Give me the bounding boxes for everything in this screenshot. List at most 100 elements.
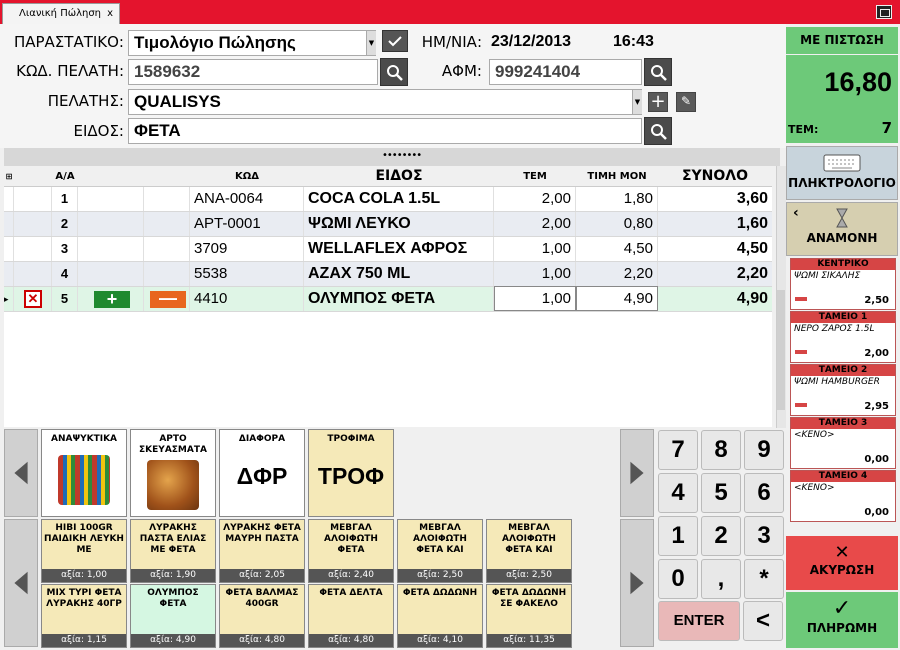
categories-prev-button[interactable] bbox=[4, 429, 38, 517]
products-next-button[interactable] bbox=[620, 519, 654, 647]
table-row[interactable]: 3 3709 WELLAFLEX ΑΦΡΟΣ 1,00 4,50 4,50 bbox=[4, 237, 772, 262]
item-search-input[interactable]: ΦΕΤΑ bbox=[128, 118, 642, 144]
grid-settings-icon[interactable]: ⊞ bbox=[4, 166, 14, 187]
edit-customer-button[interactable]: ✎ bbox=[676, 92, 696, 112]
chevron-down-icon[interactable]: ▼ bbox=[366, 31, 376, 55]
product-name: ΜΕΒΓΑΛ ΑΛΟΙΦΩΤΗ ΦΕΤΑ ΚΑΙ bbox=[502, 523, 556, 555]
keypad-key[interactable]: 6 bbox=[744, 473, 784, 513]
register-name: ΤΑΜΕΙΟ 4 bbox=[791, 471, 895, 482]
bakery-image bbox=[147, 460, 199, 510]
table-row[interactable]: 5 4410 ΟΛΥΜΠΟΣ ΦΕΤΑ 1,00 4,90 4,90 ▸ ✕ + — bbox=[4, 286, 772, 312]
hold-button[interactable]: ‹ ΑΝΑΜΟΝΗ bbox=[786, 202, 898, 256]
increase-qty-button[interactable]: + bbox=[94, 290, 130, 308]
register-button[interactable]: ΤΑΜΕΙΟ 2 ΨΩΜΙ HAMBURGER 2,95 bbox=[790, 364, 896, 416]
tab-close-icon[interactable]: x bbox=[107, 4, 113, 23]
cell-total: 4,90 bbox=[736, 290, 768, 307]
categories-next-button[interactable] bbox=[620, 429, 654, 517]
tab-retail-sale[interactable]: Λιανική Πώληση x bbox=[2, 3, 120, 24]
product-tile[interactable]: ΛΥΡΑΚΗΣ ΦΕΤΑ ΜΑΥΡΗ ΠΑΣΤΑ αξία: 2,05 bbox=[219, 519, 305, 583]
category-tile[interactable]: ΔΙΑΦΟΡΑ ΔΦΡ bbox=[219, 429, 305, 517]
product-tile[interactable]: ΜΕΒΓΑΛ ΑΛΟΙΦΩΤΗ ΦΕΤΑ αξία: 2,40 bbox=[308, 519, 394, 583]
product-tile[interactable]: ΦΕΤΑ ΔΩΔΩΝΗ ΣΕ ΦΑΚΕΛΟ αξία: 11,35 bbox=[486, 584, 572, 648]
grid-scrollbar-thumb[interactable] bbox=[777, 290, 785, 410]
close-icon: ✕ bbox=[834, 542, 850, 563]
category-tile[interactable]: ΤΡΟΦΙΜΑ ΤΡΟΦ bbox=[308, 429, 394, 517]
product-tile[interactable]: ΦΕΤΑ ΔΕΛΤΑ αξία: 4,80 bbox=[308, 584, 394, 648]
search-icon bbox=[387, 65, 403, 81]
keypad-key[interactable]: 5 bbox=[701, 473, 741, 513]
category-title: ΑΡΤΟ ΣΚΕΥΑΣΜΑΤΑ bbox=[139, 434, 207, 455]
delete-row-button[interactable]: ✕ bbox=[24, 290, 42, 308]
product-price: αξία: 2,05 bbox=[220, 569, 304, 582]
customer-code-input[interactable]: 1589632 bbox=[128, 59, 378, 85]
keypad-key[interactable]: 4 bbox=[658, 473, 698, 513]
date-value: 23/12/2013 bbox=[491, 33, 572, 50]
cancel-button[interactable]: ✕ ΑΚΥΡΩΣΗ bbox=[786, 536, 898, 590]
enter-key[interactable]: ENTER bbox=[658, 601, 740, 641]
customer-select[interactable]: QUALISYS bbox=[128, 89, 642, 115]
pay-button[interactable]: ✓ ΠΛΗΡΩΜΗ bbox=[786, 592, 898, 648]
category-tile[interactable]: ΑΡΤΟ ΣΚΕΥΑΣΜΑΤΑ bbox=[130, 429, 216, 517]
table-row[interactable]: 1 ANA-0064 COCA COLA 1.5L 2,00 1,80 3,60 bbox=[4, 187, 772, 212]
product-price: αξία: 2,50 bbox=[487, 569, 571, 582]
cell-qty[interactable]: 1,00 bbox=[494, 286, 576, 311]
tab-title: Λιανική Πώληση bbox=[19, 8, 102, 19]
cell-price: 0,80 bbox=[576, 212, 658, 236]
keypad-key[interactable]: 0 bbox=[658, 559, 698, 599]
product-price: αξία: 1,90 bbox=[131, 569, 215, 582]
keypad-key[interactable]: 1 bbox=[658, 516, 698, 556]
item-label: ΕΙΔΟΣ: bbox=[73, 122, 124, 140]
product-tile[interactable]: ΜΕΒΓΑΛ ΑΛΟΙΦΩΤΗ ΦΕΤΑ ΚΑΙ αξία: 2,50 bbox=[486, 519, 572, 583]
item-search-button[interactable] bbox=[644, 117, 672, 145]
product-price: αξία: 4,80 bbox=[309, 634, 393, 647]
afm-input[interactable]: 999241404 bbox=[489, 59, 642, 85]
table-row[interactable]: 4 5538 AZAX 750 ML 1,00 2,20 2,20 bbox=[4, 262, 772, 287]
product-name: ΦΕΤΑ ΔΕΛΤΑ bbox=[319, 588, 383, 598]
product-tile[interactable]: ΦΕΤΑ ΔΩΔΩΝΗ αξία: 4,10 bbox=[397, 584, 483, 648]
keypad-key[interactable]: * bbox=[744, 559, 784, 599]
document-confirm-checkbox[interactable] bbox=[382, 30, 408, 52]
decrease-qty-button[interactable]: — bbox=[150, 289, 186, 308]
table-row[interactable]: 2 APT-0001 ΨΩΜΙ ΛΕΥΚΟ 2,00 0,80 1,60 bbox=[4, 212, 772, 237]
register-name: ΤΑΜΕΙΟ 2 bbox=[791, 365, 895, 376]
keypad-key[interactable]: 9 bbox=[744, 430, 784, 470]
grid-cell-divider bbox=[4, 262, 190, 286]
category-tile[interactable]: ΑΝΑΨΥΚΤΙΚΑ bbox=[41, 429, 127, 517]
register-button[interactable]: ΤΑΜΕΙΟ 3 <ΚΕΝΟ> 0,00 bbox=[790, 417, 896, 469]
document-select[interactable]: Τιμολόγιο Πώλησης bbox=[128, 30, 376, 56]
product-name: ΗΙΒΙ 100GR ΠΑΙΔΙΚΗ ΛΕΥΚΗ ΜΕ bbox=[44, 523, 124, 555]
keypad-key[interactable]: 3 bbox=[744, 516, 784, 556]
product-tile[interactable]: ΜΙΧ ΤΥΡΙ ΦΕΤΑ ΛΥΡΑΚΗΣ 40ΓΡ αξία: 1,15 bbox=[41, 584, 127, 648]
arrow-left-icon bbox=[14, 571, 28, 595]
keypad-key[interactable]: , bbox=[701, 559, 741, 599]
product-tile[interactable]: ΗΙΒΙ 100GR ΠΑΙΔΙΚΗ ΛΕΥΚΗ ΜΕ αξία: 1,00 bbox=[41, 519, 127, 583]
keypad-key[interactable]: 2 bbox=[701, 516, 741, 556]
header-qty: ΤΕΜ bbox=[523, 171, 547, 182]
register-amount: 0,00 bbox=[864, 454, 889, 465]
grid-splitter[interactable]: •••••••• bbox=[4, 148, 780, 166]
register-marker-icon bbox=[795, 297, 807, 301]
product-tile[interactable]: ΜΕΒΓΑΛ ΑΛΟΙΦΩΤΗ ΦΕΤΑ ΚΑΙ αξία: 2,50 bbox=[397, 519, 483, 583]
row-pointer-icon: ▸ bbox=[4, 294, 9, 304]
register-button[interactable]: ΤΑΜΕΙΟ 1 ΝΕΡΟ ΖΑΡΟΣ 1.5L 2,00 bbox=[790, 311, 896, 363]
keyboard-button[interactable]: ΠΛΗΚΤΡΟΛΟΓΙΟ bbox=[786, 146, 898, 200]
keypad-key[interactable]: 7 bbox=[658, 430, 698, 470]
backspace-key[interactable]: < bbox=[743, 601, 783, 641]
product-tile[interactable]: ΟΛΥΜΠΟΣ ΦΕΤΑ αξία: 4,90 bbox=[130, 584, 216, 648]
chevron-down-icon[interactable]: ▼ bbox=[632, 90, 642, 114]
window-restore-icon[interactable] bbox=[876, 5, 892, 19]
products-prev-button[interactable] bbox=[4, 519, 38, 647]
add-customer-button[interactable]: + bbox=[648, 92, 668, 112]
product-name: ΦΕΤΑ ΒΑΛΜΑΣ 400GR bbox=[225, 588, 299, 609]
product-tile[interactable]: ΛΥΡΑΚΗΣ ΠΑΣΤΑ ΕΛΙΑΣ ΜΕ ΦΕΤΑ αξία: 1,90 bbox=[130, 519, 216, 583]
cell-aa: 4 bbox=[52, 262, 78, 286]
register-button[interactable]: ΤΑΜΕΙΟ 4 <ΚΕΝΟ> 0,00 bbox=[790, 470, 896, 522]
afm-search-button[interactable] bbox=[644, 58, 672, 86]
header-total: ΣΥΝΟΛΟ bbox=[681, 168, 749, 184]
cell-qty: 1,00 bbox=[494, 237, 576, 261]
product-tile[interactable]: ΦΕΤΑ ΒΑΛΜΑΣ 400GR αξία: 4,80 bbox=[219, 584, 305, 648]
customer-search-button[interactable] bbox=[380, 58, 408, 86]
register-button[interactable]: ΚΕΝΤΡΙΚΟ ΨΩΜΙ ΣΙΚΑΛΗΣ 2,50 bbox=[790, 258, 896, 310]
keypad-key[interactable]: 8 bbox=[701, 430, 741, 470]
cell-price[interactable]: 4,90 bbox=[576, 286, 658, 311]
